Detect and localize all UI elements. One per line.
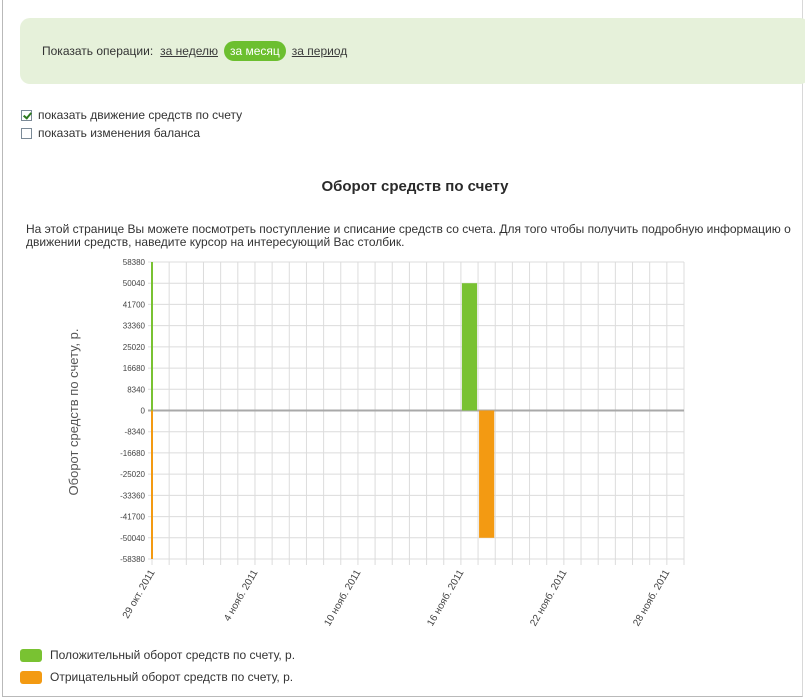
bar-positive [461, 283, 478, 411]
y-tick-label: 41700 [123, 300, 146, 309]
legend-swatch-positive [20, 648, 42, 662]
y-axis-title: Оборот средств по счету, р. [66, 329, 81, 496]
chart-legend: Положительный оборот средств по счету, р… [20, 644, 295, 688]
y-tick-label: 50040 [123, 279, 146, 288]
y-tick-label: -16680 [120, 449, 145, 458]
turnover-chart: 58380 50040 41700 33360 25020 16680 8340 0 -8340… [66, 258, 685, 628]
x-tick-label: 4 нояб. 2011 [221, 567, 260, 623]
legend-label-positive: Положительный оборот средств по счету, р… [50, 648, 296, 662]
y-tick-label: -8340 [125, 428, 146, 437]
y-tick-label: -50040 [120, 534, 145, 543]
x-tick-label: 16 нояб. 2011 [425, 567, 467, 628]
x-tick-label: 22 нояб. 2011 [527, 567, 569, 628]
x-tick-label: 29 окт. 2011 [121, 568, 158, 621]
legend-item-negative: Отрицательный оборот средств по счету, р… [20, 666, 295, 688]
y-tick-label: -25020 [120, 470, 145, 479]
y-tick-label: 0 [141, 407, 146, 416]
bar-negative [479, 410, 495, 538]
y-tick-label: 25020 [123, 343, 146, 352]
x-tick-label: 10 нояб. 2011 [322, 567, 364, 628]
y-tick-label: -33360 [120, 491, 145, 500]
y-tick-label: 58380 [123, 258, 146, 267]
legend-swatch-negative [20, 670, 42, 684]
y-tick-label: 33360 [123, 322, 146, 331]
legend-item-positive: Положительный оборот средств по счету, р… [20, 644, 295, 666]
y-tick-label: 16680 [123, 364, 146, 373]
y-tick-label: -41700 [120, 513, 145, 522]
legend-label-negative: Отрицательный оборот средств по счету, р… [50, 670, 294, 684]
y-tick-label: -58380 [120, 555, 145, 564]
x-tick-label: 28 нояб. 2011 [630, 567, 672, 628]
y-tick-label: 8340 [127, 385, 145, 394]
